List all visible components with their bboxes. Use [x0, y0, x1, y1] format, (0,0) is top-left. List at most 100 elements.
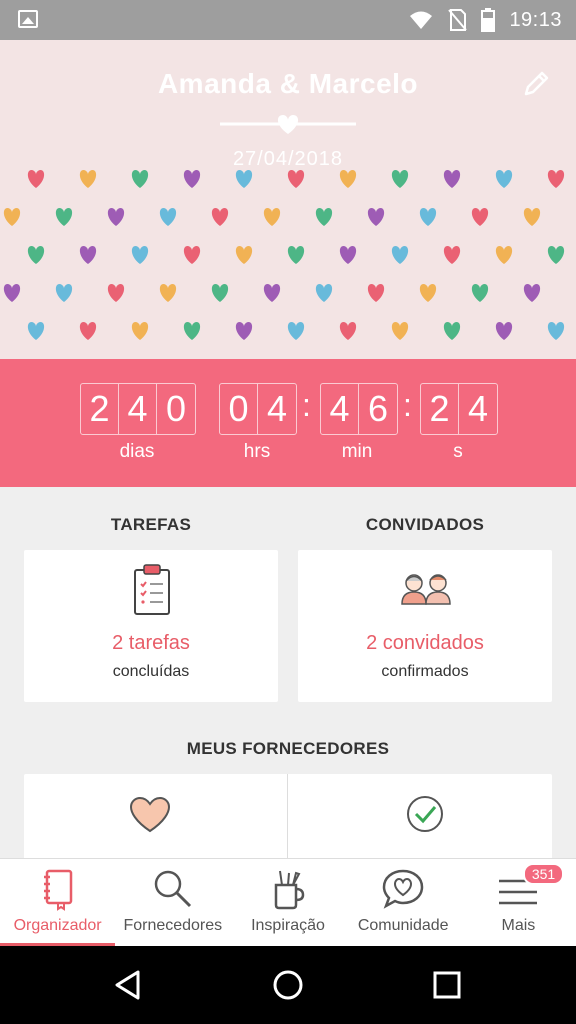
minutes-digit: 6	[367, 388, 389, 429]
tab-fornecedores[interactable]: Fornecedores	[115, 859, 230, 946]
wedding-date: 27/04/2018	[232, 148, 344, 170]
decorative-heart	[3, 284, 21, 302]
decorative-heart	[495, 322, 513, 340]
decorative-heart	[315, 284, 333, 302]
decorative-heart	[391, 170, 409, 188]
couple-names: Amanda & Marcelo	[157, 68, 419, 99]
guests-card[interactable]: 2 convidados confirmados	[298, 550, 552, 702]
tab-comunidade[interactable]: Comunidade	[346, 859, 461, 946]
tab-inspiracao[interactable]: Inspiração	[230, 859, 345, 946]
tasks-count: 2 tarefas	[112, 632, 190, 654]
brush-cup-icon	[274, 870, 305, 910]
favorite-heart-icon[interactable]	[129, 796, 171, 834]
guests-count: 2 convidados	[366, 632, 484, 654]
decorative-heart	[443, 322, 461, 340]
recents-icon[interactable]	[432, 970, 462, 1000]
seconds-digit: 2	[421, 384, 459, 434]
decorative-heart	[235, 322, 253, 340]
tab-organizador[interactable]: Organizador	[0, 859, 116, 946]
decorative-heart	[235, 170, 253, 188]
minutes-digit: 4	[321, 384, 359, 434]
decorative-heart	[263, 208, 281, 226]
seconds-label: s	[453, 441, 463, 462]
decorative-heart	[211, 208, 229, 226]
heart-divider-icon	[220, 115, 356, 134]
pencil-edit-icon[interactable]	[522, 68, 552, 98]
decorative-heart	[183, 246, 201, 264]
decorative-heart	[547, 246, 565, 264]
decorative-heart	[183, 170, 201, 188]
clock: 19:13	[509, 8, 562, 31]
image-notification-icon	[18, 10, 38, 28]
decorative-heart	[315, 208, 333, 226]
decorative-heart	[159, 208, 177, 226]
days-digit: 0	[165, 388, 187, 429]
decorative-heart	[3, 208, 21, 226]
bottom-tab-bar: Organizador Fornecedores Inspiração Comu…	[0, 858, 576, 946]
back-icon[interactable]	[112, 969, 144, 1001]
hired-check-icon[interactable]	[405, 794, 445, 834]
decorative-heart	[79, 246, 97, 264]
decorative-heart	[287, 246, 305, 264]
hours-box: 0 4	[219, 383, 297, 435]
system-nav-bar	[0, 946, 576, 1024]
decorative-heart	[287, 170, 305, 188]
decorative-heart	[159, 284, 177, 302]
notification-badge: 351	[522, 863, 565, 885]
days-label: dias	[119, 441, 155, 462]
time-separator: :	[403, 387, 412, 423]
decorative-heart	[287, 322, 305, 340]
guests-status: confirmados	[381, 663, 469, 680]
decorative-heart	[495, 170, 513, 188]
tasks-status: concluídas	[112, 663, 190, 680]
decorative-heart	[79, 322, 97, 340]
decorative-heart	[443, 246, 461, 264]
guests-icon	[401, 574, 451, 605]
decorative-heart	[27, 322, 45, 340]
guests-title: CONVIDADOS	[365, 515, 485, 534]
no-sim-icon	[448, 9, 468, 31]
decorative-heart	[55, 208, 73, 226]
days-box: 2 4 0	[80, 383, 196, 435]
hours-digit: 0	[220, 384, 258, 434]
decorative-heart	[419, 284, 437, 302]
decorative-heart	[471, 208, 489, 226]
decorative-heart	[79, 170, 97, 188]
days-digit: 2	[81, 384, 119, 434]
decorative-heart	[107, 208, 125, 226]
decorative-heart	[27, 170, 45, 188]
suppliers-title: MEUS FORNECEDORES	[186, 739, 390, 758]
decorative-heart	[263, 284, 281, 302]
tab-label: Mais	[501, 917, 536, 934]
tab-label: Inspiração	[251, 917, 325, 934]
tab-label: Organizador	[13, 917, 102, 934]
tab-mais[interactable]: 351 Mais	[461, 859, 576, 946]
decorative-heart	[367, 284, 385, 302]
minutes-box: 4 6	[320, 383, 398, 435]
seconds-digit: 4	[467, 388, 489, 429]
decorative-heart	[547, 322, 565, 340]
decorative-heart	[131, 170, 149, 188]
home-icon[interactable]	[272, 969, 304, 1001]
decorative-heart	[443, 170, 461, 188]
wifi-icon	[410, 11, 433, 29]
tasks-card[interactable]: 2 tarefas concluídas	[24, 550, 278, 702]
decorative-heart	[391, 322, 409, 340]
decorative-heart	[523, 284, 541, 302]
suppliers-card[interactable]	[24, 774, 552, 864]
couple-header: Amanda & Marcelo 27/04/2018	[0, 40, 576, 359]
decorative-heart	[367, 208, 385, 226]
decorative-heart	[55, 284, 73, 302]
hours-digit: 4	[266, 388, 288, 429]
days-digit: 4	[119, 384, 157, 434]
decorative-heart	[339, 246, 357, 264]
decorative-heart	[471, 284, 489, 302]
decorative-heart	[235, 246, 253, 264]
tab-label: Fornecedores	[123, 917, 223, 934]
magnifier-icon	[154, 870, 191, 908]
chat-heart-icon	[382, 869, 424, 909]
decorative-heart	[547, 170, 565, 188]
decorative-heart	[107, 284, 125, 302]
decorative-heart	[131, 246, 149, 264]
decorative-heart	[211, 284, 229, 302]
